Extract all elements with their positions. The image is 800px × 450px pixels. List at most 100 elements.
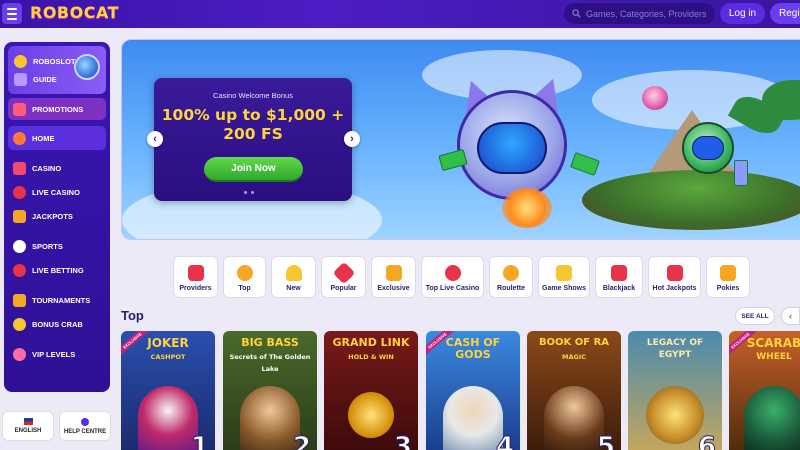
sidebar-item-bonus-crab[interactable]: BONUS CRAB — [8, 312, 106, 336]
search-box[interactable] — [564, 3, 715, 24]
sidebar-item-sports[interactable]: SPORTS — [8, 234, 106, 258]
promo-title-line: 100% up to $1,000 + — [161, 106, 345, 124]
register-button[interactable]: Regis — [770, 3, 800, 24]
game-tile[interactable]: EXCLUSIVE JOKER CASHPOT 1 — [121, 331, 215, 450]
money-art — [734, 160, 748, 186]
live-icon — [13, 263, 26, 277]
game-title: CASH OF GODS — [430, 337, 516, 363]
sidebar-item-label: VIP LEVELS — [32, 349, 76, 359]
category-new[interactable]: New — [271, 256, 316, 298]
game-tile[interactable]: GRAND LINK HOLD & WIN 3 — [324, 331, 418, 450]
sidebar-item-live-betting[interactable]: LIVE BETTING — [8, 258, 106, 282]
search-input[interactable] — [586, 8, 706, 19]
sidebar-item-label: PROMOTIONS — [32, 104, 84, 114]
site-logo[interactable]: ROBOCAT — [30, 3, 119, 22]
sidebar-item-live-casino[interactable]: LIVE CASINO — [8, 180, 106, 204]
rank-number: 1 — [190, 432, 209, 450]
cards-icon — [13, 161, 26, 175]
help-centre-button[interactable]: HELP CENTRE — [59, 411, 111, 441]
category-providers[interactable]: Providers — [173, 256, 218, 298]
game-tile[interactable]: BIG BASS Secrets of The Golden Lake 2 — [223, 331, 317, 450]
flag-icon — [23, 418, 33, 425]
game-tile[interactable]: LEGACY OF EGYPT 6 — [628, 331, 722, 450]
seven-icon — [666, 265, 683, 281]
see-all-button[interactable]: SEE ALL — [735, 307, 775, 325]
category-roulette[interactable]: Roulette — [489, 256, 533, 298]
roboslot-guide-card[interactable]: ROBOSLOT GUIDE — [8, 46, 106, 94]
section-title-top: Top — [121, 308, 144, 323]
game-name: CASH OF GODS — [445, 336, 501, 361]
category-top-live-casino[interactable]: Top Live Casino — [421, 256, 484, 298]
category-game-shows[interactable]: Game Shows — [538, 256, 590, 298]
category-blackjack[interactable]: Blackjack — [595, 256, 643, 298]
golden-wheel-art — [646, 386, 704, 444]
sidebar-item-label: LIVE CASINO — [32, 187, 80, 197]
game-tile[interactable]: EXCLUSIVE CASH OF GODS 4 — [426, 331, 520, 450]
promo-title-line: 200 FS — [223, 125, 283, 143]
sidebar-item-promotions[interactable]: PROMOTIONS — [8, 98, 106, 120]
game-tile[interactable]: BOOK OF RA MAGIC 5 — [527, 331, 621, 450]
category-bar: Providers Top New Popular Exclusive Top … — [173, 256, 750, 298]
carousel-dots[interactable] — [244, 191, 254, 194]
category-exclusive[interactable]: Exclusive — [371, 256, 416, 298]
category-top[interactable]: Top — [223, 256, 266, 298]
rank-number: 4 — [495, 432, 514, 450]
providers-icon — [187, 265, 204, 281]
banner-prev-button[interactable]: ‹ — [147, 131, 163, 147]
sidebar-item-label: CASINO — [32, 163, 62, 173]
login-button[interactable]: Log in — [720, 3, 765, 24]
promo-title: 100% up to $1,000 + 200 FS — [154, 106, 352, 144]
banner-next-button[interactable]: › — [344, 131, 360, 147]
game-subtitle: HOLD & WIN — [348, 353, 394, 361]
slot-machine-icon — [720, 265, 736, 281]
sidebar-item-label: TOURNAMENTS — [32, 295, 91, 305]
category-hot-jackpots[interactable]: Hot Jackpots — [648, 256, 701, 298]
category-label: Game Shows — [542, 285, 586, 292]
sidebar-item-label: HOME — [32, 133, 55, 143]
floating-island-art — [582, 170, 800, 230]
games-prev-button[interactable]: ‹ — [781, 307, 800, 325]
game-name: BIG BASS — [241, 336, 299, 349]
game-name: JOKER — [147, 336, 189, 350]
top-bar: ROBOCAT Log in Regis — [0, 0, 800, 28]
category-label: Exclusive — [377, 285, 410, 292]
bell-icon — [285, 265, 302, 281]
sidebar-item-label: SPORTS — [32, 241, 63, 251]
language-button[interactable]: ENGLISH — [2, 411, 54, 441]
join-now-button[interactable]: Join Now — [204, 157, 303, 182]
robot-mascot-icon — [74, 54, 100, 80]
sidebar-item-label: GUIDE — [33, 74, 57, 84]
mascot-pink-robot — [642, 86, 668, 110]
category-label: Popular — [330, 285, 357, 292]
category-popular[interactable]: Popular — [321, 256, 366, 298]
menu-icon[interactable] — [2, 3, 22, 24]
category-pokies[interactable]: Pokies — [706, 256, 750, 298]
game-title: SCARAB WHEEL — [733, 337, 800, 363]
sidebar-item-vip-levels[interactable]: VIP LEVELS — [8, 342, 106, 366]
roulette-wheel-icon — [503, 265, 519, 281]
sidebar-item-jackpots[interactable]: JACKPOTS — [8, 204, 106, 228]
home-icon — [13, 131, 26, 145]
help-icon — [81, 417, 89, 426]
sidebar-item-casino[interactable]: CASINO — [8, 156, 106, 180]
promo-subtitle: Casino Welcome Bonus — [213, 91, 293, 100]
microphone-icon — [556, 265, 572, 281]
help-label: HELP CENTRE — [63, 428, 107, 435]
jet-flame-art — [502, 188, 552, 228]
game-tile[interactable]: EXCLUSIVE SCARAB WHEEL — [729, 331, 800, 450]
game-title: BIG BASS Secrets of The Golden Lake — [227, 337, 313, 375]
trophy-icon — [13, 293, 26, 307]
category-label: Pokies — [716, 285, 740, 292]
game-subtitle: CASHPOT — [150, 353, 186, 361]
rank-number: 2 — [292, 432, 311, 450]
game-name: BOOK OF RA — [538, 337, 610, 348]
rank-number: 3 — [393, 432, 412, 450]
sidebar-item-home[interactable]: HOME — [8, 126, 106, 150]
playing-cards-icon — [611, 265, 627, 281]
sidebar-item-tournaments[interactable]: TOURNAMENTS — [8, 288, 106, 312]
explorer-art — [544, 386, 604, 450]
star-icon — [332, 261, 355, 285]
game-title: LEGACY OF EGYPT — [632, 337, 718, 363]
vip-icon — [13, 347, 26, 361]
roulette-icon — [13, 185, 26, 199]
